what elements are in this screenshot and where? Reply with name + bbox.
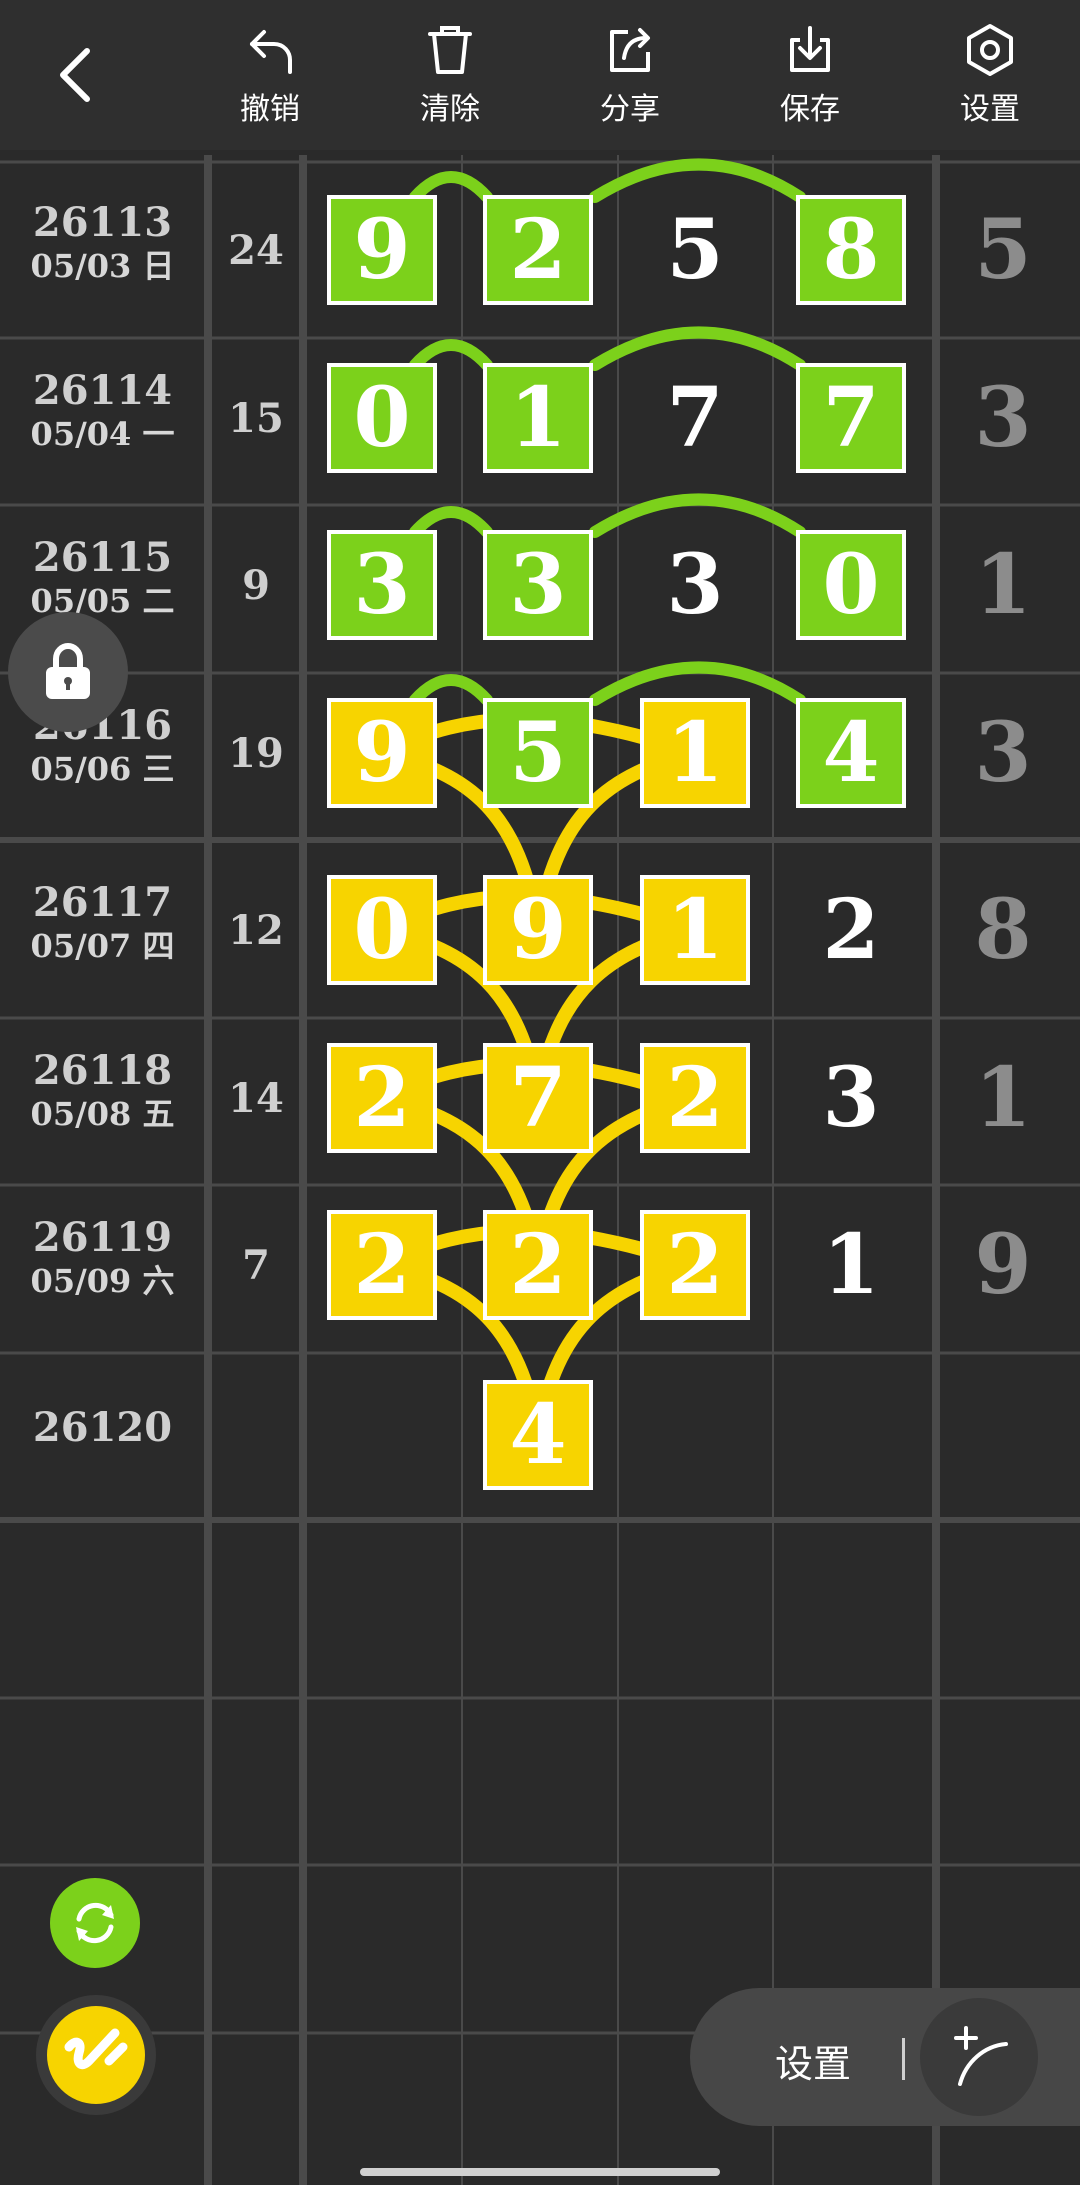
green-arc-small [409, 171, 493, 203]
green-arc-large [589, 326, 806, 371]
issue-cell: 26113 05/03 日 [0, 200, 205, 286]
digit-cell[interactable]: 3 [796, 1043, 906, 1153]
digit-cell[interactable]: 1 [640, 875, 750, 985]
green-arc-large [589, 158, 806, 203]
digit-cell[interactable]: 5 [483, 698, 593, 808]
digit-cell[interactable]: 7 [483, 1043, 593, 1153]
tail-digit: 3 [974, 370, 1032, 466]
tail-digit: 1 [974, 1050, 1032, 1146]
sum-cell: 14 [228, 1075, 284, 1122]
digit-cell[interactable]: 2 [640, 1043, 750, 1153]
digit-cell[interactable]: 0 [796, 530, 906, 640]
digit-cell[interactable]: 9 [483, 875, 593, 985]
pill-divider [902, 2038, 905, 2080]
digit-cell[interactable]: 5 [640, 195, 750, 305]
digit-cell[interactable]: 3 [483, 530, 593, 640]
issue-number: 26119 [32, 1214, 173, 1261]
green-arc-small [409, 674, 493, 706]
issue-number: 26114 [32, 367, 173, 414]
home-indicator [360, 2168, 720, 2176]
digit-cell[interactable]: 1 [796, 1210, 906, 1320]
digit-cell[interactable]: 2 [483, 195, 593, 305]
issue-date: 05/09 六 [30, 1262, 175, 1300]
digit-cell[interactable]: 0 [327, 875, 437, 985]
digit-cell[interactable]: 1 [640, 698, 750, 808]
issue-date: 05/03 日 [30, 247, 175, 285]
refresh-button[interactable] [50, 1878, 140, 1968]
bottom-settings-button[interactable]: 设置 [775, 2033, 851, 2088]
digit-cell[interactable]: 2 [483, 1210, 593, 1320]
issue-cell: 26118 05/08 五 [0, 1048, 205, 1134]
digit-cell[interactable]: 2 [327, 1210, 437, 1320]
digit-cell[interactable]: 7 [640, 363, 750, 473]
issue-number: 26120 [32, 1404, 173, 1451]
issue-cell: 26120 [0, 1405, 205, 1451]
digit-cell[interactable]: 2 [327, 1043, 437, 1153]
issue-cell: 26119 05/09 六 [0, 1215, 205, 1301]
tail-digit: 9 [974, 1217, 1032, 1313]
green-arc-small [409, 339, 493, 371]
issue-cell: 26115 05/05 二 [0, 535, 205, 621]
sum-cell: 9 [242, 562, 270, 609]
issue-number: 26118 [32, 1047, 173, 1094]
green-arc-large [589, 493, 806, 538]
digit-cell[interactable]: 3 [640, 530, 750, 640]
app-logo-button[interactable] [36, 1995, 156, 2115]
sum-cell: 7 [242, 1242, 270, 1289]
lock-icon [46, 642, 90, 699]
issue-date: 05/08 五 [30, 1095, 175, 1133]
issue-date: 05/05 二 [30, 582, 175, 620]
tail-digit: 8 [974, 882, 1032, 978]
issue-cell: 26114 05/04 一 [0, 368, 205, 454]
refresh-icon [76, 1902, 114, 1944]
digit-cell[interactable]: 8 [796, 195, 906, 305]
digit-cell[interactable]: 2 [640, 1210, 750, 1320]
digit-cell[interactable]: 7 [796, 363, 906, 473]
lock-button[interactable] [8, 612, 128, 732]
issue-cell: 26117 05/07 四 [0, 880, 205, 966]
green-arc-small [409, 506, 493, 538]
digit-cell[interactable]: 2 [796, 875, 906, 985]
tail-digit: 1 [974, 537, 1032, 633]
digit-cell[interactable]: 9 [327, 195, 437, 305]
sum-cell: 19 [228, 730, 284, 777]
tail-digit: 5 [974, 202, 1032, 298]
issue-number: 26117 [32, 879, 173, 926]
digit-cell[interactable]: 9 [327, 698, 437, 808]
issue-number: 26113 [32, 199, 173, 246]
digit-cell[interactable]: 0 [327, 363, 437, 473]
sum-cell: 12 [228, 907, 284, 954]
green-arc-large [589, 661, 806, 706]
issue-date: 05/07 四 [30, 927, 175, 965]
issue-date: 05/04 一 [30, 415, 175, 453]
digit-cell[interactable]: 4 [483, 1380, 593, 1490]
tail-digit: 3 [974, 705, 1032, 801]
draw-curve-icon [954, 2026, 1008, 2086]
issue-date: 05/06 三 [30, 750, 175, 788]
issue-number: 26115 [32, 534, 173, 581]
brush-logo-icon [64, 2028, 128, 2070]
digit-cell[interactable]: 3 [327, 530, 437, 640]
digit-cell[interactable]: 1 [483, 363, 593, 473]
sum-cell: 15 [228, 395, 284, 442]
bottom-settings-pill: 设置 [690, 1988, 1080, 2126]
digit-cell[interactable]: 4 [796, 698, 906, 808]
sum-cell: 24 [228, 227, 284, 274]
draw-line-button[interactable] [920, 1998, 1038, 2116]
